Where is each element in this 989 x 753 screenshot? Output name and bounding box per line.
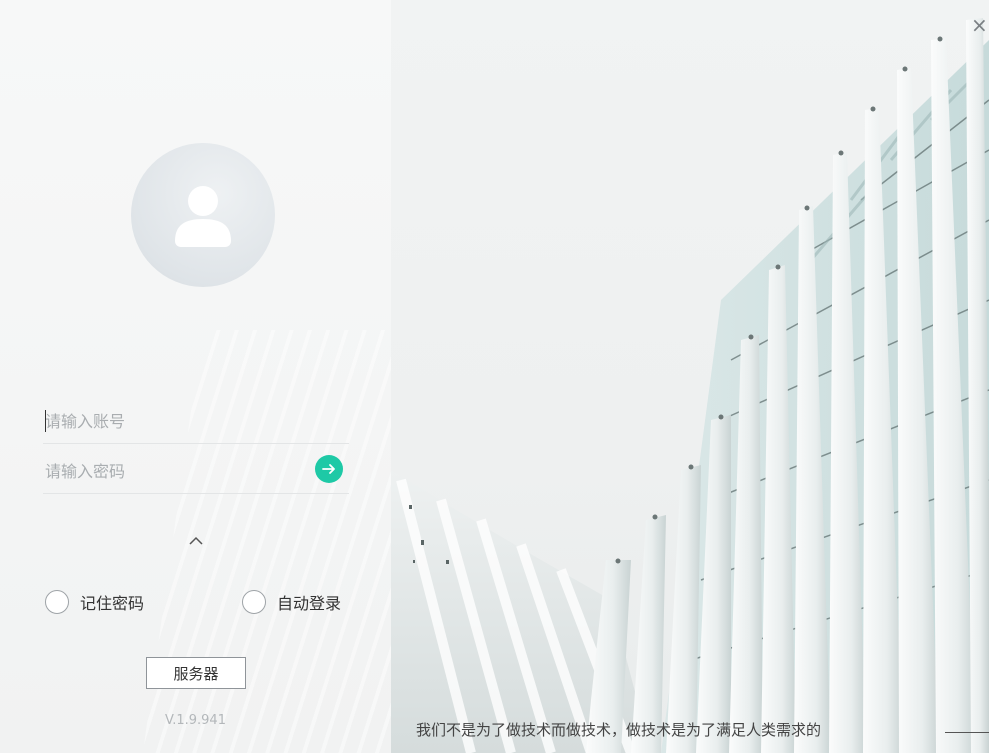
architecture-illustration xyxy=(391,18,989,753)
login-panel: 记住密码 自动登录 服务器 V.1.9.941 xyxy=(0,0,391,753)
arrow-right-icon xyxy=(322,464,335,474)
slogan-text: 我们不是为了做技术而做技术，做技术是为了满足人类需求的 xyxy=(416,721,822,739)
collapse-options-button[interactable] xyxy=(184,530,208,550)
remember-password-radio[interactable] xyxy=(45,590,69,614)
remember-password-option[interactable]: 记住密码 xyxy=(45,589,144,615)
background-texture xyxy=(137,330,391,753)
version-label: V.1.9.941 xyxy=(165,713,226,728)
chevron-up-icon xyxy=(189,536,203,545)
login-submit-button[interactable] xyxy=(315,455,343,483)
account-field[interactable] xyxy=(43,400,349,444)
remember-password-label: 记住密码 xyxy=(80,594,145,613)
auto-login-radio[interactable] xyxy=(242,590,266,614)
account-input[interactable] xyxy=(45,408,305,434)
password-field[interactable] xyxy=(43,450,349,494)
avatar xyxy=(131,143,275,287)
auto-login-label: 自动登录 xyxy=(277,594,342,613)
auto-login-option[interactable]: 自动登录 xyxy=(242,589,341,615)
text-caret xyxy=(45,410,46,432)
slogan-dash xyxy=(945,732,989,733)
user-silhouette-icon xyxy=(175,186,231,247)
password-input[interactable] xyxy=(45,458,305,484)
close-button[interactable]: × xyxy=(971,14,989,36)
banner-image: × 我们不是为了做技术而做技术，做技术是为了满足人类需求的 xyxy=(391,0,989,753)
server-button[interactable]: 服务器 xyxy=(146,657,246,689)
